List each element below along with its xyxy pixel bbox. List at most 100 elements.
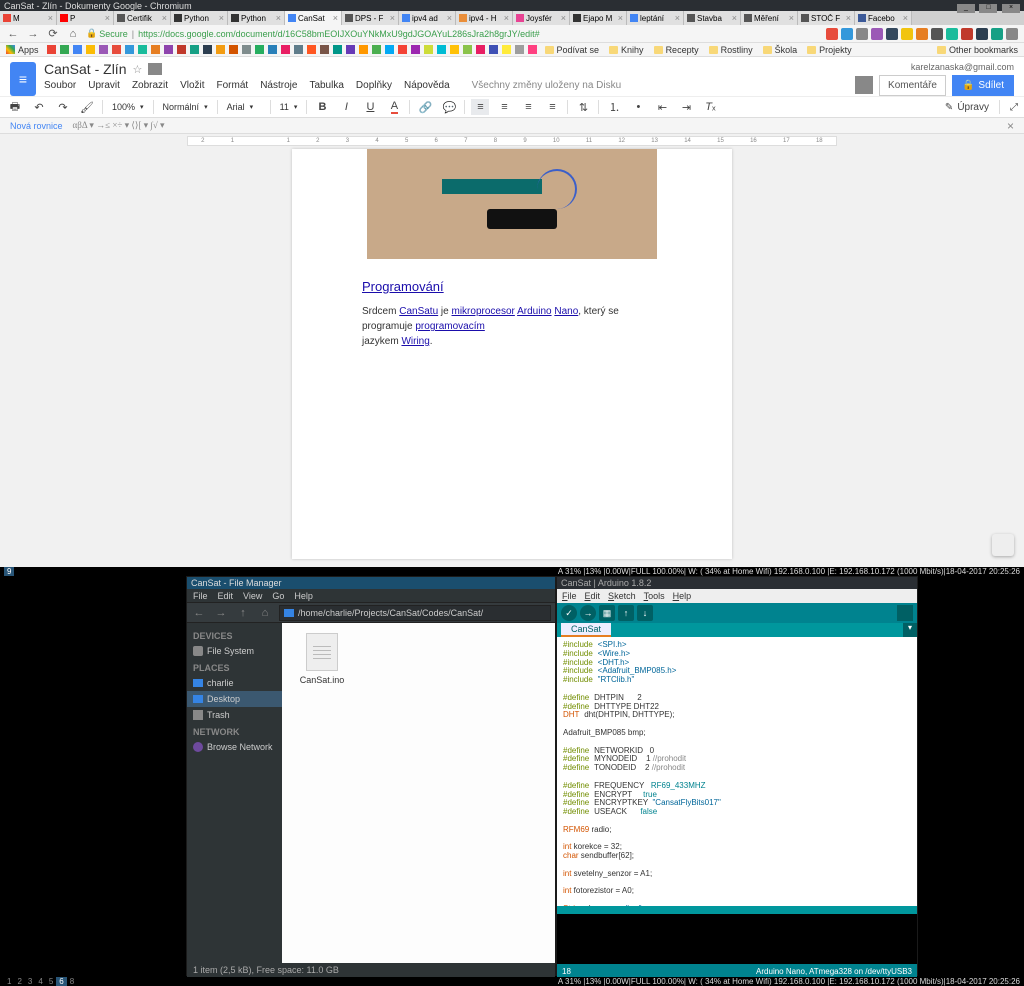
fm-menu-item[interactable]: Edit: [218, 591, 234, 601]
print-button[interactable]: 🖶: [6, 99, 24, 115]
browser-tab[interactable]: ipv4 - H×: [456, 11, 513, 25]
docs-menu-item[interactable]: Nápověda: [404, 80, 450, 91]
verify-button[interactable]: ✓: [561, 605, 577, 621]
bookmark-icon[interactable]: [125, 45, 134, 54]
font-select[interactable]: Arial: [224, 102, 264, 112]
bookmark-icon[interactable]: [502, 45, 511, 54]
workspace-button[interactable]: 2: [14, 977, 24, 986]
star-icon[interactable]: ☆: [132, 63, 142, 76]
fm-browse-network-item[interactable]: Browse Network: [187, 739, 282, 755]
fm-menu-item[interactable]: View: [243, 591, 262, 601]
bookmark-icon[interactable]: [60, 45, 69, 54]
bookmark-folder[interactable]: Knihy: [609, 45, 644, 55]
move-folder-icon[interactable]: [148, 63, 162, 75]
reload-button[interactable]: ⟳: [46, 27, 60, 41]
browser-tab[interactable]: Stavba×: [684, 11, 741, 25]
browser-tab[interactable]: P×: [57, 11, 114, 25]
numbered-list-button[interactable]: ⒈: [605, 99, 623, 115]
align-left-button[interactable]: ≡: [471, 99, 489, 115]
fm-menu-item[interactable]: Go: [272, 591, 284, 601]
extension-icon[interactable]: [871, 28, 883, 40]
docs-logo-icon[interactable]: ≡: [10, 62, 36, 96]
collaborator-avatar[interactable]: [855, 76, 873, 94]
fm-menu-item[interactable]: Help: [294, 591, 313, 601]
bookmark-icon[interactable]: [398, 45, 407, 54]
apps-button[interactable]: Apps: [6, 45, 39, 55]
extension-icon[interactable]: [841, 28, 853, 40]
bookmark-folder[interactable]: Recepty: [654, 45, 699, 55]
bookmark-icon[interactable]: [177, 45, 186, 54]
doc-heading[interactable]: Programování: [362, 279, 662, 294]
docs-menu-item[interactable]: Soubor: [44, 80, 76, 91]
extension-icon[interactable]: [901, 28, 913, 40]
indent-button[interactable]: ⇥: [677, 99, 695, 115]
fm-back-button[interactable]: ←: [191, 605, 207, 621]
browser-tab[interactable]: M×: [0, 11, 57, 25]
bookmark-icon[interactable]: [86, 45, 95, 54]
open-button[interactable]: ↑: [618, 605, 634, 621]
bold-button[interactable]: B: [313, 99, 331, 115]
window-close-button[interactable]: ×: [1002, 4, 1020, 13]
workspace-button[interactable]: 6: [56, 977, 66, 986]
docs-menu-item[interactable]: Doplňky: [356, 80, 392, 91]
bookmark-icon[interactable]: [73, 45, 82, 54]
bookmark-icon[interactable]: [281, 45, 290, 54]
fm-path-field[interactable]: /home/charlie/Projects/CanSat/Codes/CanS…: [279, 605, 551, 621]
new-button[interactable]: ▦: [599, 605, 615, 621]
forward-button[interactable]: →: [26, 27, 40, 41]
clear-format-button[interactable]: Tₓ: [701, 99, 719, 115]
docs-menu-item[interactable]: Zobrazit: [132, 80, 168, 91]
bookmark-icon[interactable]: [489, 45, 498, 54]
bookmark-folder[interactable]: Rostliny: [709, 45, 753, 55]
extension-icon[interactable]: [1006, 28, 1018, 40]
comment-button[interactable]: 💬: [440, 99, 458, 115]
bookmark-icon[interactable]: [294, 45, 303, 54]
bookmark-icon[interactable]: [424, 45, 433, 54]
workspace-button[interactable]: 3: [25, 977, 35, 986]
ard-menu-item[interactable]: Help: [673, 591, 692, 601]
extension-icon[interactable]: [946, 28, 958, 40]
bookmark-icon[interactable]: [255, 45, 264, 54]
fm-forward-button[interactable]: →: [213, 605, 229, 621]
bookmark-icon[interactable]: [411, 45, 420, 54]
docs-menu-item[interactable]: Upravit: [88, 80, 120, 91]
workspace-button[interactable]: 4: [35, 977, 45, 986]
upload-button[interactable]: →: [580, 605, 596, 621]
undo-button[interactable]: ↶: [30, 99, 48, 115]
bookmark-icon[interactable]: [47, 45, 56, 54]
browser-tab[interactable]: Python×: [171, 11, 228, 25]
ard-menu-item[interactable]: Edit: [585, 591, 601, 601]
bookmark-icon[interactable]: [463, 45, 472, 54]
ruler[interactable]: 21123456789101112131415161718: [187, 136, 837, 146]
fontsize-select[interactable]: 11: [277, 102, 301, 112]
extension-icon[interactable]: [931, 28, 943, 40]
code-editor[interactable]: #include <SPI.h> #include <Wire.h> #incl…: [557, 637, 917, 906]
docs-menu-item[interactable]: Tabulka: [309, 80, 343, 91]
browser-tab[interactable]: Facebo×: [855, 11, 912, 25]
bookmark-icon[interactable]: [515, 45, 524, 54]
bookmark-icon[interactable]: [437, 45, 446, 54]
align-center-button[interactable]: ≡: [495, 99, 513, 115]
bookmark-folder[interactable]: Projekty: [807, 45, 852, 55]
bookmark-icon[interactable]: [112, 45, 121, 54]
align-justify-button[interactable]: ≡: [543, 99, 561, 115]
close-eq-button[interactable]: ×: [1007, 119, 1014, 133]
share-button[interactable]: 🔒Sdílet: [952, 75, 1014, 96]
new-equation-button[interactable]: Nová rovnice: [10, 121, 63, 131]
ard-menu-item[interactable]: Tools: [644, 591, 665, 601]
bookmark-icon[interactable]: [99, 45, 108, 54]
align-right-button[interactable]: ≡: [519, 99, 537, 115]
window-min-button[interactable]: _: [957, 4, 975, 13]
back-button[interactable]: ←: [6, 27, 20, 41]
underline-button[interactable]: U: [361, 99, 379, 115]
bookmark-icon[interactable]: [216, 45, 225, 54]
browser-tab[interactable]: ipv4 ad×: [399, 11, 456, 25]
docs-menu-item[interactable]: Nástroje: [260, 80, 297, 91]
link-button[interactable]: 🔗: [416, 99, 434, 115]
bookmark-icon[interactable]: [372, 45, 381, 54]
browser-tab[interactable]: leptání×: [627, 11, 684, 25]
other-bookmarks[interactable]: Other bookmarks: [937, 45, 1018, 55]
docs-menu-item[interactable]: Formát: [217, 80, 249, 91]
fm-filesystem-item[interactable]: File System: [187, 643, 282, 659]
bookmark-icon[interactable]: [190, 45, 199, 54]
